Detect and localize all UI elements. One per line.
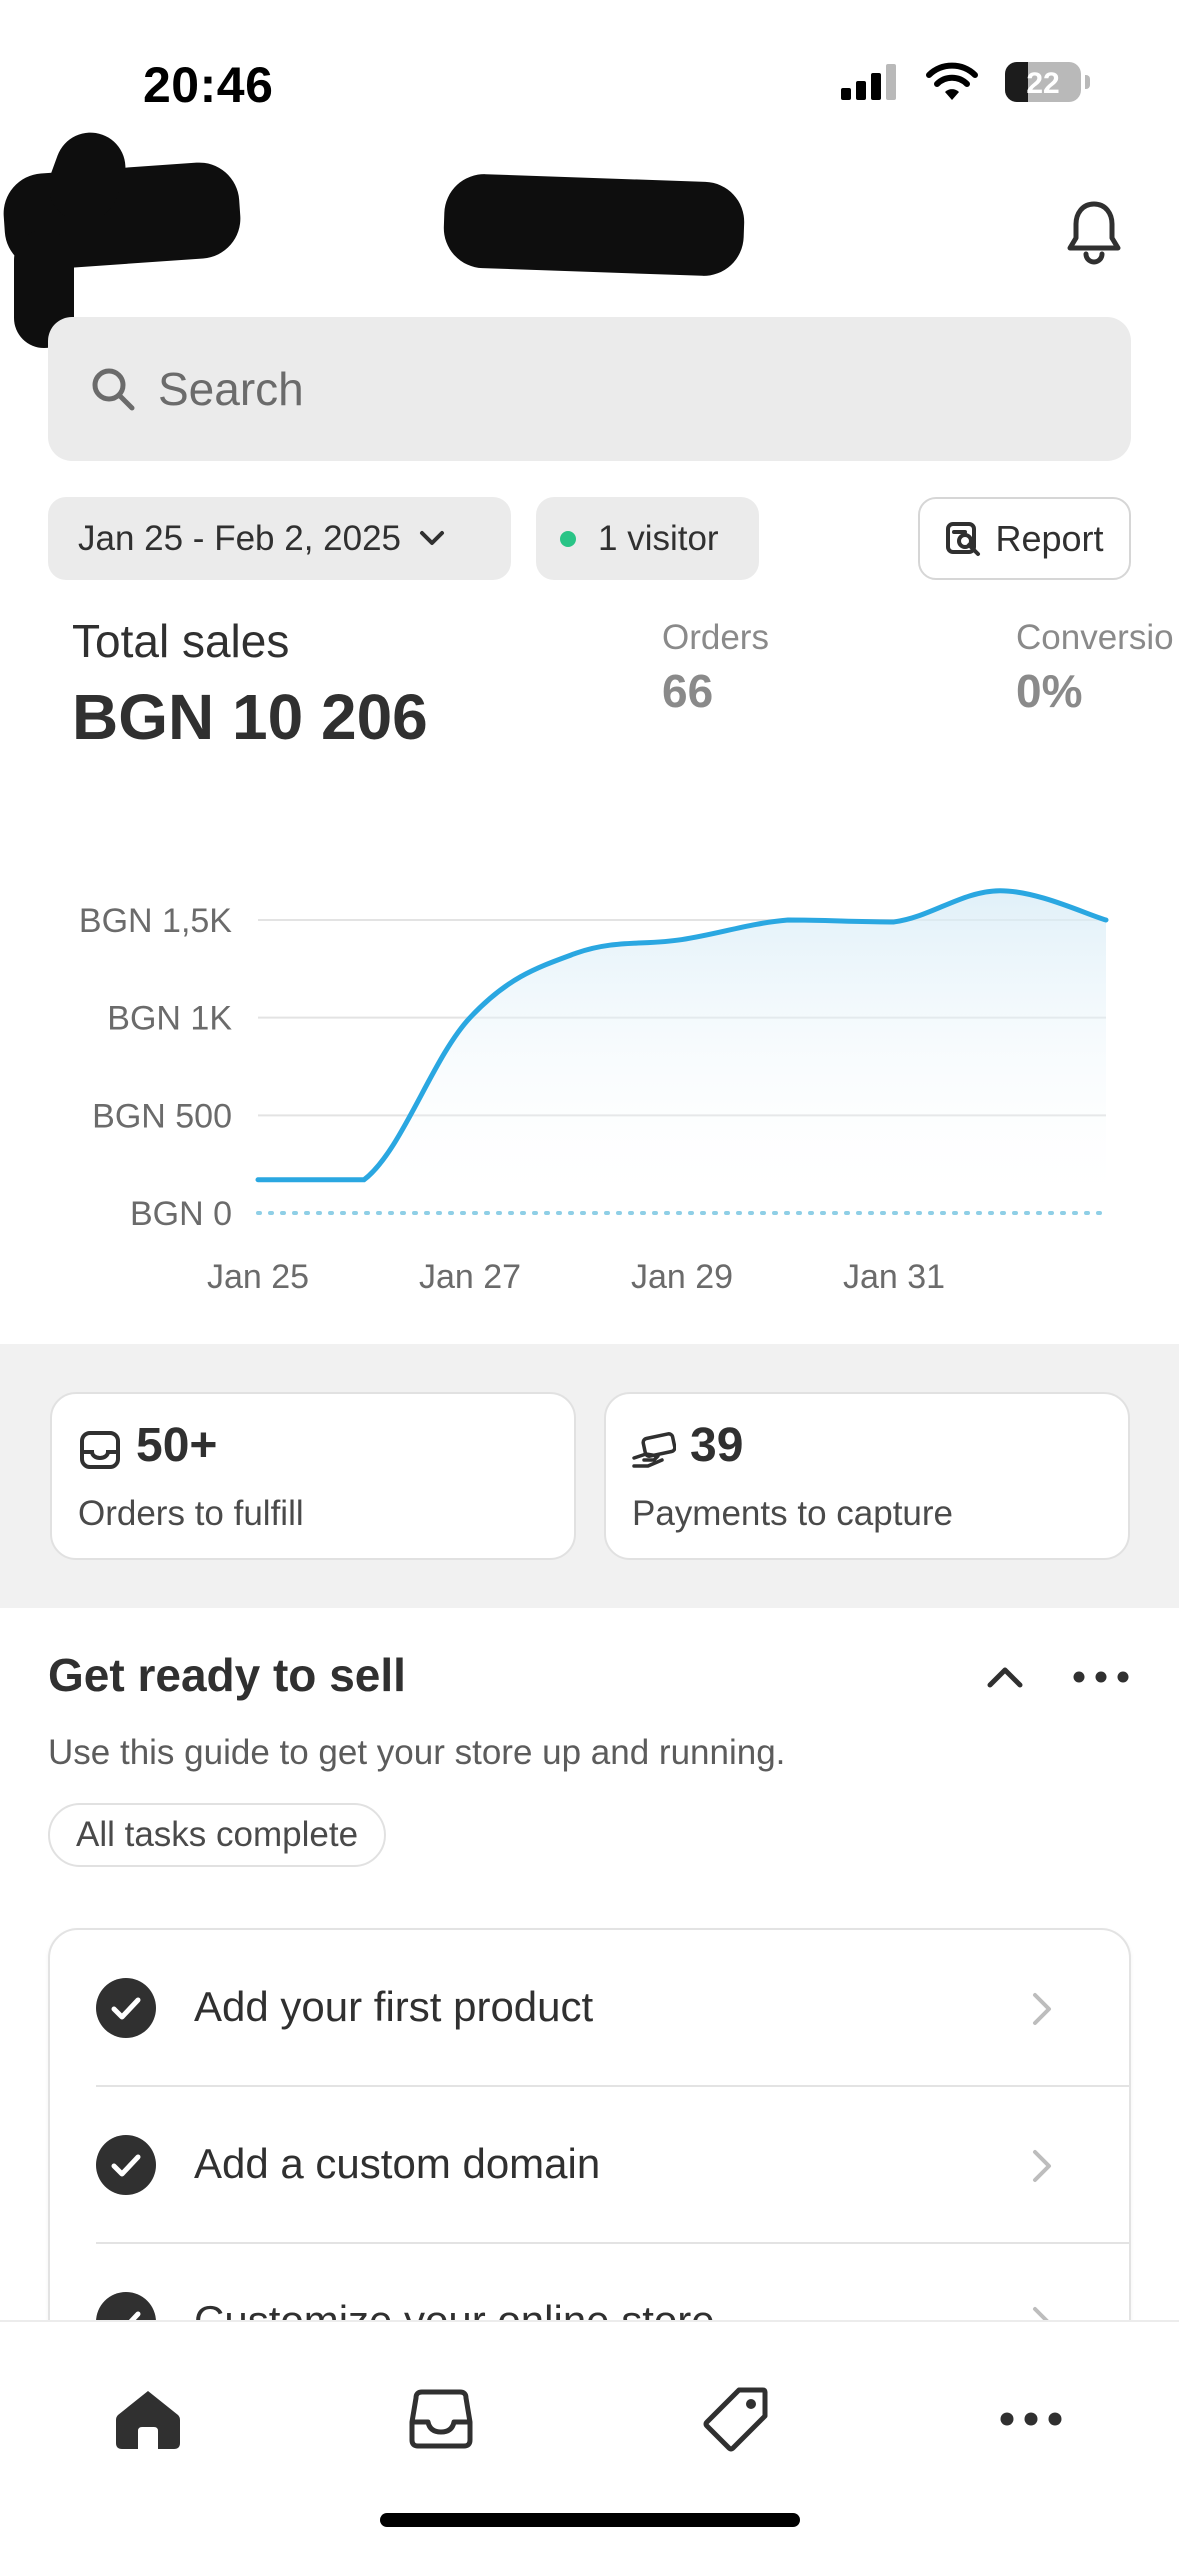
- products-tab[interactable]: [691, 2374, 781, 2464]
- live-status-dot: [560, 530, 576, 547]
- x-tick-label: Jan 31: [843, 1258, 945, 1296]
- setup-guide-subtitle: Use this guide to get your store up and …: [48, 1733, 786, 1772]
- y-tick-label: BGN 500: [92, 1097, 232, 1135]
- search-placeholder: Search: [158, 363, 304, 415]
- payments-to-capture-label: Payments to capture: [632, 1494, 953, 1533]
- task-item-custom-domain[interactable]: Add a custom domain: [50, 2087, 1129, 2243]
- report-icon: [946, 521, 981, 556]
- task-label: Add a custom domain: [194, 2140, 601, 2187]
- chevron-right-icon: [1033, 1993, 1051, 2025]
- orders-to-fulfill-card[interactable]: 50+ Orders to fulfill: [50, 1392, 576, 1560]
- cellular-signal-icon: [841, 64, 896, 100]
- orders-to-fulfill-count: 50+: [136, 1419, 218, 1472]
- payments-to-capture-card[interactable]: 39 Payments to capture: [604, 1392, 1130, 1560]
- total-sales-label: Total sales: [72, 615, 290, 667]
- conversion-label[interactable]: Conversio: [1016, 618, 1174, 658]
- sales-chart-svg: BGN 0 BGN 500 BGN 1K BGN 1,5K Jan 25 Jan 27 J…: [79, 888, 1109, 1296]
- more-icon: [1000, 2412, 1062, 2426]
- chevron-right-icon: [1033, 2150, 1051, 2182]
- battery-level: 22: [1026, 67, 1060, 100]
- setup-guide-title: Get ready to sell: [48, 1649, 406, 1701]
- status-time: 20:46: [143, 57, 274, 113]
- task-label: Add your first product: [194, 1983, 594, 2030]
- inbox-icon: [80, 1431, 120, 1469]
- products-tag-icon: [703, 2387, 768, 2452]
- chevron-up-icon[interactable]: [980, 1652, 1030, 1702]
- y-tick-label: BGN 1K: [107, 1000, 232, 1038]
- status-icons: 22: [841, 62, 1090, 102]
- status-bar: 20:46 22: [0, 0, 1179, 160]
- home-tab[interactable]: [103, 2374, 193, 2464]
- more-tab[interactable]: [986, 2374, 1076, 2464]
- payment-hand-icon: [632, 1432, 676, 1468]
- total-sales-value: BGN 10 206: [72, 681, 428, 753]
- live-visitors-chip[interactable]: 1 visitor: [536, 497, 759, 580]
- orders-tab[interactable]: [396, 2374, 486, 2464]
- visitors-label: 1 visitor: [598, 518, 719, 558]
- setup-task-list: Add your first product Add a custom doma…: [48, 1928, 1131, 2368]
- checkmark-icon: [96, 1978, 156, 2038]
- sales-chart[interactable]: BGN 0 BGN 500 BGN 1K BGN 1,5K Jan 25 Jan 27 J…: [0, 820, 1179, 1320]
- x-tick-label: Jan 27: [419, 1258, 521, 1296]
- conversion-value[interactable]: 0%: [1016, 664, 1082, 718]
- chevron-down-icon: [420, 530, 444, 545]
- home-icon: [116, 2391, 180, 2449]
- orders-label[interactable]: Orders: [662, 618, 769, 658]
- payments-to-capture-count: 39: [690, 1419, 744, 1472]
- x-tick-label: Jan 29: [631, 1258, 733, 1296]
- checkmark-icon: [96, 2135, 156, 2195]
- battery-indicator: 22: [1005, 62, 1090, 102]
- orders-to-fulfill-label: Orders to fulfill: [78, 1494, 304, 1533]
- wifi-icon: [926, 62, 978, 100]
- orders-inbox-icon: [409, 2389, 473, 2449]
- search-icon: [92, 368, 135, 411]
- more-options-icon[interactable]: [1070, 1652, 1132, 1702]
- search-input[interactable]: Search: [48, 317, 1131, 461]
- task-item-add-product[interactable]: Add your first product: [50, 1930, 1129, 2086]
- y-tick-label: BGN 1,5K: [79, 902, 232, 940]
- report-label: Report: [995, 517, 1104, 559]
- x-tick-label: Jan 25: [207, 1258, 309, 1296]
- y-tick-label: BGN 0: [130, 1195, 232, 1233]
- report-button[interactable]: Report: [918, 497, 1131, 580]
- orders-value[interactable]: 66: [662, 664, 713, 718]
- home-indicator: [380, 2513, 800, 2527]
- bell-icon[interactable]: [1062, 196, 1126, 266]
- date-range-selector[interactable]: Jan 25 - Feb 2, 2025: [48, 497, 511, 580]
- date-range-label: Jan 25 - Feb 2, 2025: [78, 518, 401, 558]
- quick-stats-band: 50+ Orders to fulfill 39 Payments to cap…: [0, 1344, 1179, 1608]
- tasks-status-badge: All tasks complete: [48, 1803, 387, 1867]
